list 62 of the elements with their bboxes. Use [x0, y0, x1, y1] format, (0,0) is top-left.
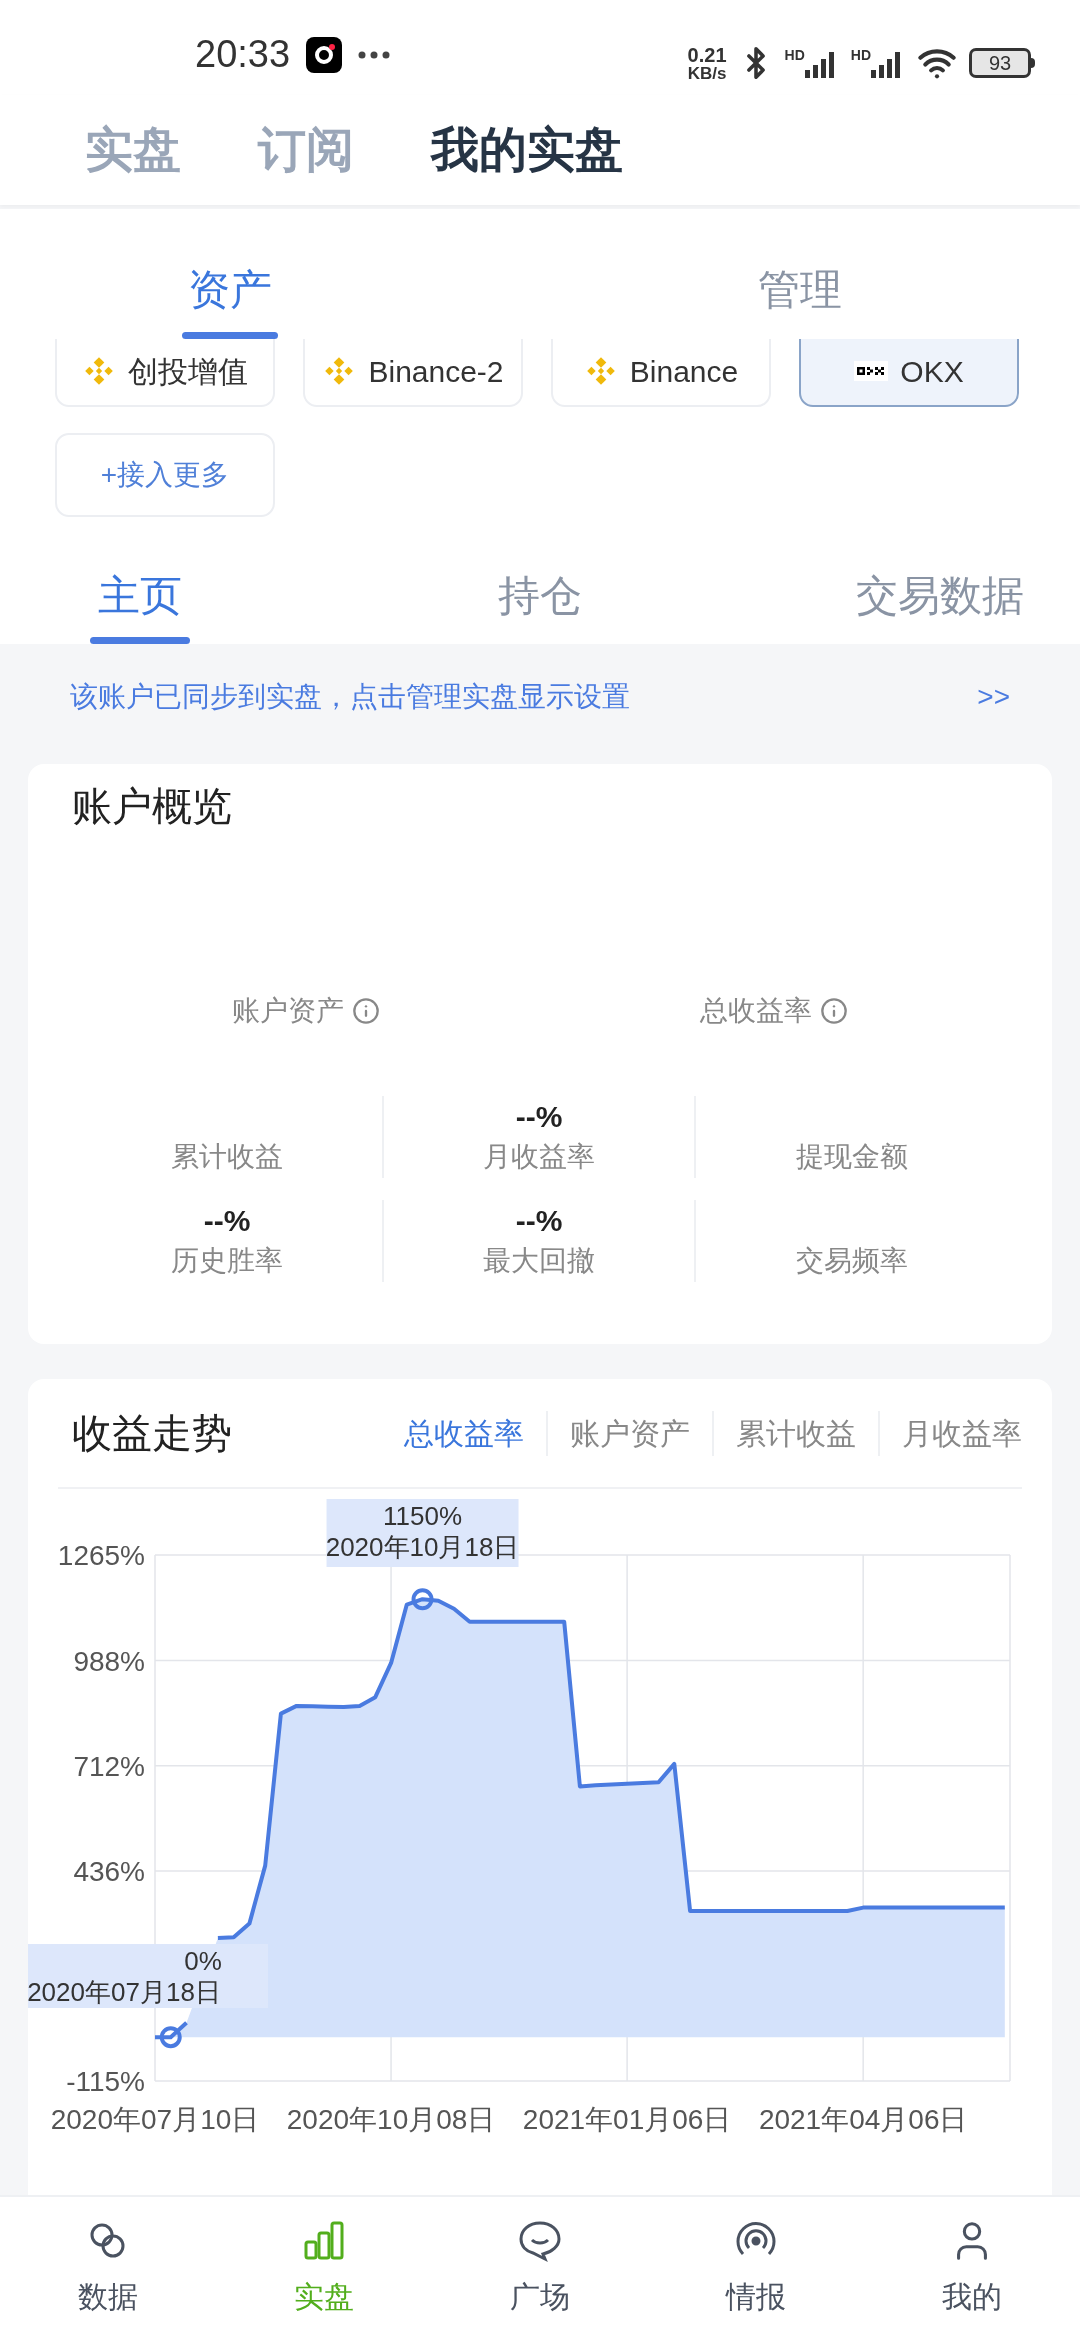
nav-tab[interactable]: 我的: [864, 2197, 1080, 2340]
x-axis-label: 2021年01月06日: [522, 2104, 732, 2135]
page-tab[interactable]: 主页: [90, 524, 190, 644]
top-tab[interactable]: 实盘: [85, 114, 181, 186]
data-point: [159, 2026, 182, 2049]
account-chip[interactable]: Binance-2: [303, 339, 523, 407]
battery-indicator: 93: [969, 48, 1031, 78]
account-chip[interactable]: 创投增值: [55, 339, 275, 407]
y-axis-label: 988%: [73, 1645, 145, 1677]
network-type: HD: [784, 48, 805, 62]
x-axis-label: 2021年04月06日: [758, 2104, 968, 2135]
stat-label: 累计收益: [171, 1140, 283, 1174]
page-tab[interactable]: 交易数据: [848, 524, 1032, 644]
more-icon: [358, 50, 391, 59]
asset-tab[interactable]: 管理: [752, 209, 848, 339]
y-axis-label: -115%: [66, 2066, 145, 2097]
top-tab[interactable]: 我的实盘: [431, 114, 623, 186]
annotation: 0% 2020年07月18日: [27, 1946, 222, 2007]
card-title: 账户概览: [72, 783, 233, 830]
nav-tab[interactable]: 情报: [648, 2197, 864, 2340]
stat-value: --%: [203, 1202, 251, 1239]
stat-label: 最大回撤: [483, 1244, 595, 1278]
account-chip[interactable]: Binance: [551, 339, 771, 407]
nav-tab[interactable]: 实盘: [216, 2197, 432, 2340]
y-axis-label: 1265%: [57, 1540, 145, 1571]
page-tab[interactable]: 持仓: [490, 524, 590, 644]
add-account-button[interactable]: +接入更多: [55, 433, 275, 517]
x-axis-label: 2020年07月10日: [50, 2104, 260, 2135]
metric-tab[interactable]: 月收益率: [878, 1410, 1022, 1456]
metric-tab[interactable]: 总收益率: [382, 1410, 546, 1456]
stat-label: 交易频率: [796, 1244, 908, 1278]
top-tab[interactable]: 订阅: [258, 114, 354, 186]
data-tooltip: 0% 2020年07月18日: [28, 1944, 268, 2008]
data-tooltip: 1150% 2020年10月18日: [325, 1499, 520, 1567]
account-chip[interactable]: OKX: [799, 339, 1019, 407]
card-title: 收益走势: [72, 1410, 232, 1457]
app-icon: [306, 36, 343, 73]
asset-tab[interactable]: 资产: [182, 209, 278, 339]
network-unit: KB/s: [687, 64, 727, 82]
stat-label: 月收益率: [483, 1140, 595, 1174]
x-axis-label: 2020年10月08日: [286, 2104, 496, 2135]
clock: 20:33: [195, 32, 291, 77]
stat-label: 账户资产: [232, 994, 344, 1028]
nav-tab[interactable]: 广场: [432, 2197, 648, 2340]
notice-link[interactable]: >>: [977, 675, 1010, 718]
stat-value: --%: [515, 1202, 563, 1239]
metric-tab[interactable]: 账户资产: [546, 1410, 712, 1456]
network-speed: 0.21: [687, 44, 727, 65]
stat-value: --%: [515, 1098, 563, 1135]
stat-label: 提现金额: [796, 1140, 908, 1174]
metric-tab[interactable]: 累计收益: [712, 1410, 878, 1456]
stat-label: 历史胜率: [171, 1244, 283, 1278]
network-type: HD: [850, 48, 871, 62]
y-axis-label: 712%: [73, 1750, 145, 1782]
y-axis-label: 436%: [73, 1856, 145, 1887]
checker-logo-icon: [854, 361, 889, 381]
data-point: [411, 1588, 434, 1611]
nav-tab[interactable]: 数据: [0, 2197, 216, 2340]
sync-notice: 该账户已同步到实盘，点击管理实盘显示设置: [70, 679, 630, 714]
stat-label: 总收益率: [700, 994, 812, 1028]
info-icon: [352, 997, 380, 1025]
info-icon: [820, 997, 848, 1025]
